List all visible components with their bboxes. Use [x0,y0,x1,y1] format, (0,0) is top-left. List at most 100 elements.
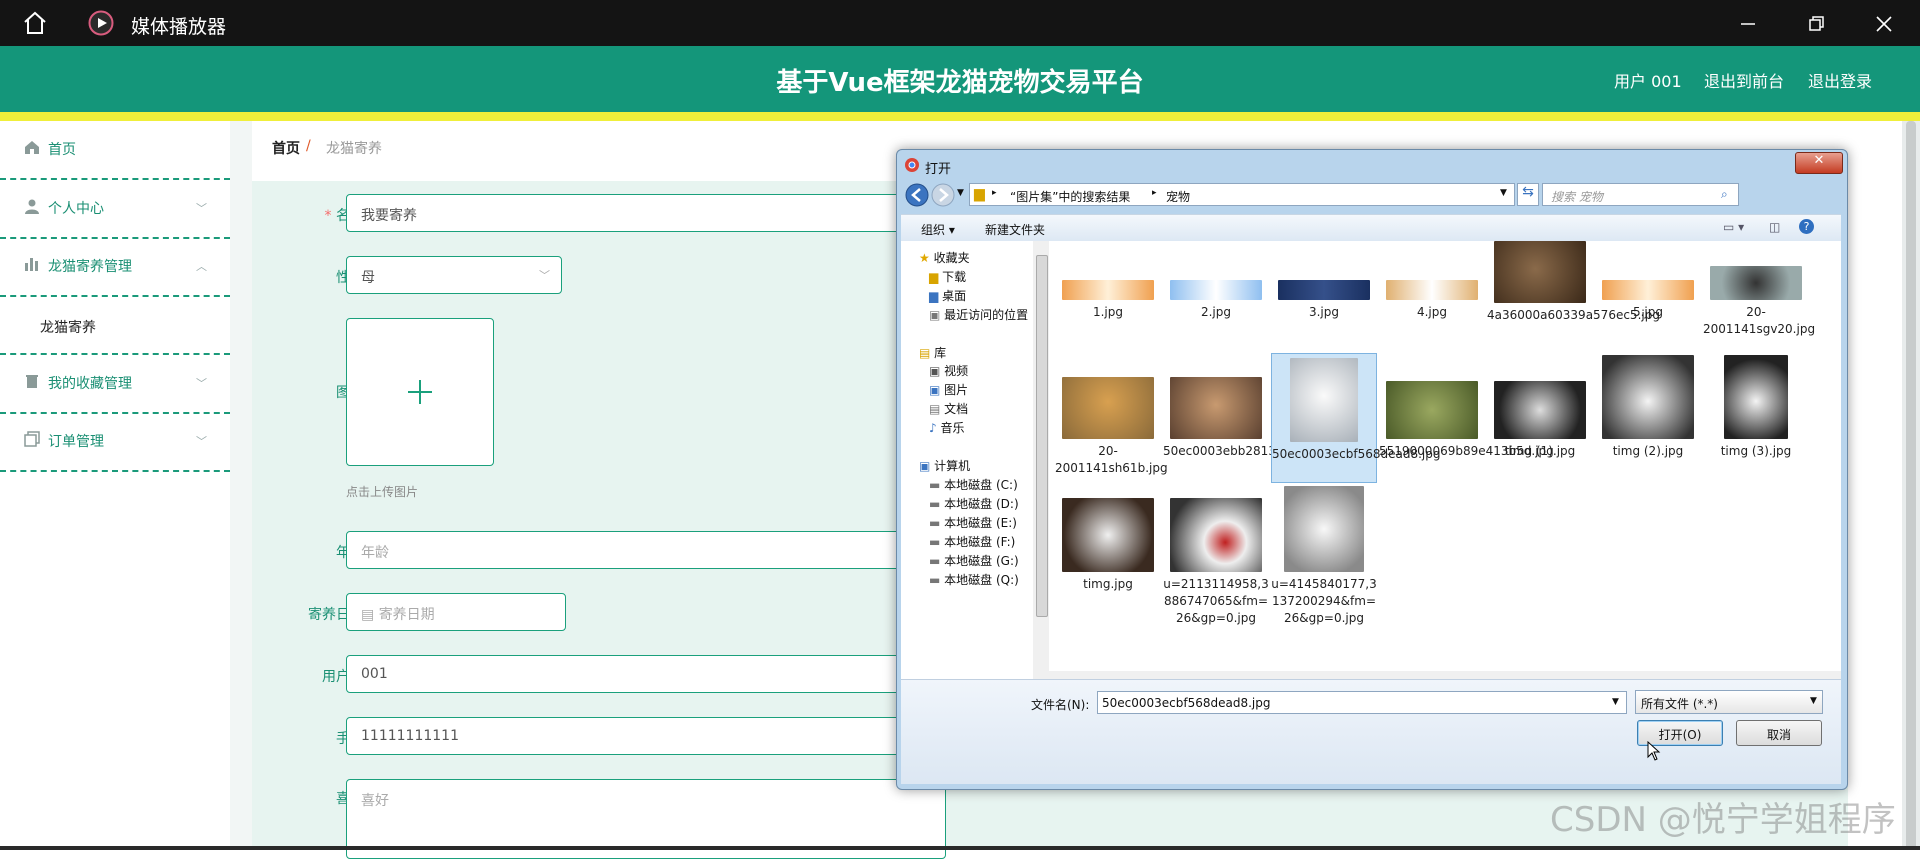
cancel-button[interactable]: 取消 [1736,720,1822,746]
new-folder-button[interactable]: 新建文件夹 [985,221,1045,238]
file-item[interactable]: u=2113114958,3886747065&fm=26&gp=0.jpg [1163,498,1269,627]
sidebar-item-foster-manage[interactable]: 龙猫寄养管理 ︿ [0,238,230,297]
thumbnail [1386,280,1478,300]
thumbnail [1290,358,1358,442]
sidebar-item-favorites[interactable]: 我的收藏管理 ﹀ [0,355,230,414]
filename-input[interactable]: 50ec0003ecbf568dead8.jpg ▼ [1097,691,1627,714]
sidebar-item-label: 订单管理 [48,434,104,450]
file-item-selected[interactable]: 50ec0003ecbf568dead8.jpg [1271,353,1441,483]
image-upload-box[interactable] [346,318,494,466]
history-dropdown-icon[interactable]: ▼ [957,188,964,198]
tree-drive-f[interactable]: ▬ 本地磁盘 (F:) [929,533,1015,550]
tree-drive-c[interactable]: ▬ 本地磁盘 (C:) [929,476,1018,493]
sidebar-gutter [230,121,252,850]
filetype-value: 所有文件 (*.*) [1641,697,1718,711]
user-name: 用户 001 [1614,72,1682,91]
thumbnail [1170,498,1262,572]
sidebar-item-orders[interactable]: 订单管理 ﹀ [0,413,230,472]
sidebar-item-home[interactable]: 首页 [0,121,230,180]
recent-places-icon: ▣ [929,308,941,322]
address-bar[interactable]: ▆ ▸ “图片集”中的搜索结果 ▸ 宠物 ▼ [969,183,1515,206]
folder-icon: ▆ [974,186,985,202]
path-arrow-icon: ▸ [992,188,997,198]
tree-desktop[interactable]: ▆ 桌面 [929,287,966,304]
tree-recent[interactable]: ▣ 最近访问的位置 [929,306,1028,323]
thumbnail [1170,280,1262,300]
file-item[interactable]: 50ec0003ebb28131add8.jpg [1163,377,1336,460]
tree-scrollbar[interactable] [1033,241,1049,679]
filename-value: 50ec0003ecbf568dead8.jpg [1102,696,1271,710]
logout-link[interactable]: 退出登录 [1808,68,1872,92]
home-icon[interactable] [22,10,48,36]
file-item[interactable]: timg (1).jpg [1487,381,1593,460]
computer-icon: ▣ [919,459,931,473]
tree-libraries[interactable]: ▤ 库 [919,344,946,361]
file-item[interactable]: timg (2).jpg [1595,355,1701,460]
tree-videos[interactable]: ▣ 视频 [929,362,968,379]
file-item[interactable]: 4.jpg [1379,280,1485,321]
sidebar-item-label: 个人中心 [48,201,104,217]
tree-drive-e[interactable]: ▬ 本地磁盘 (E:) [929,514,1017,531]
file-item[interactable]: 2.jpg [1163,280,1269,321]
file-item[interactable]: 4a36000a60339a576ec5.jpg [1487,241,1660,324]
tree-music[interactable]: ♪ 音乐 [929,419,965,436]
horizontal-scrollbar[interactable] [1049,671,1841,679]
tree-downloads[interactable]: ▆ 下载 [929,268,966,285]
breadcrumb-separator: / [306,138,311,154]
date-placeholder: 寄养日期 [378,607,435,623]
chevron-down-icon[interactable]: ▼ [1500,188,1507,198]
to-front-link[interactable]: 退出到前台 [1704,68,1784,92]
search-input[interactable]: 搜索 宠物 ⌕ [1542,183,1739,206]
tree-drive-d[interactable]: ▬ 本地磁盘 (D:) [929,495,1019,512]
tree-pictures[interactable]: ▣ 图片 [929,381,968,398]
path-segment-pets[interactable]: 宠物 [1166,188,1190,205]
scrollbar-thumb[interactable] [1906,121,1916,850]
path-segment-search[interactable]: “图片集”中的搜索结果 [1010,188,1130,205]
back-icon[interactable] [905,183,929,207]
thumbnail [1170,377,1262,439]
thumbnail [1278,280,1370,300]
scrollbar-thumb[interactable] [1036,255,1048,617]
forward-icon[interactable] [931,183,955,207]
chevron-down-icon: ﹀ [539,269,550,282]
file-item[interactable]: 3.jpg [1271,280,1377,321]
tree-drive-g[interactable]: ▬ 本地磁盘 (G:) [929,552,1019,569]
chrome-icon [905,158,919,172]
tree-computer[interactable]: ▣ 计算机 [919,457,970,474]
file-item[interactable]: 20-2001141sgv20.jpg [1703,266,1815,338]
date-picker[interactable]: ▤ 寄养日期 [346,593,566,631]
tree-drive-q[interactable]: ▬ 本地磁盘 (Q:) [929,571,1019,588]
picture-icon: ▣ [929,383,941,397]
breadcrumb-current: 龙猫寄养 [326,141,382,157]
dialog-toolbar: 组织 ▾ 新建文件夹 ▭ ▾ ◫ ? [901,214,1841,242]
sidebar-item-profile[interactable]: 个人中心 ﹀ [0,180,230,239]
home-icon [25,141,39,154]
sidebar-subitem-label: 龙猫寄养 [40,320,96,336]
file-item[interactable]: 20-2001141sh61b.jpg [1055,377,1168,477]
thumbnail [1494,381,1586,439]
restore-icon[interactable] [1806,14,1826,34]
file-item[interactable]: 5.jpg [1595,280,1701,321]
sidebar-subitem-foster[interactable]: 龙猫寄养 [0,297,230,355]
navigation-pane: ★ 收藏夹 ▆ 下载 ▆ 桌面 ▣ 最近访问的位置 ▤ 库 ▣ 视频 ▣ 图片 … [901,241,1034,679]
preview-pane-icon[interactable]: ◫ [1769,220,1780,234]
file-item[interactable]: timg.jpg [1055,498,1161,593]
breadcrumb-home[interactable]: 首页 [272,138,300,158]
file-item[interactable]: 1.jpg [1055,280,1161,321]
file-item[interactable]: 5519000069b89e413b5d.jpg [1379,381,1554,460]
file-item[interactable]: timg (3).jpg [1703,355,1809,460]
help-icon[interactable]: ? [1799,219,1814,234]
dialog-close-button[interactable]: ✕ [1795,152,1843,174]
page-scrollbar[interactable] [1902,121,1920,850]
refresh-button[interactable]: ⇆ [1517,183,1539,206]
view-options-icon[interactable]: ▭ ▾ [1723,220,1744,234]
file-item[interactable]: u=4145840177,3137200294&fm=26&gp=0.jpg [1271,486,1377,627]
tree-documents[interactable]: ▤ 文档 [929,400,968,417]
tree-favorites[interactable]: ★ 收藏夹 [919,249,970,266]
close-icon[interactable] [1874,14,1894,34]
play-logo-icon [88,10,114,36]
minimize-icon[interactable] [1738,14,1758,34]
filetype-select[interactable]: 所有文件 (*.*) ▼ [1635,690,1823,714]
gender-select[interactable]: 母 ﹀ [346,256,562,294]
organize-menu[interactable]: 组织 ▾ [921,221,955,238]
